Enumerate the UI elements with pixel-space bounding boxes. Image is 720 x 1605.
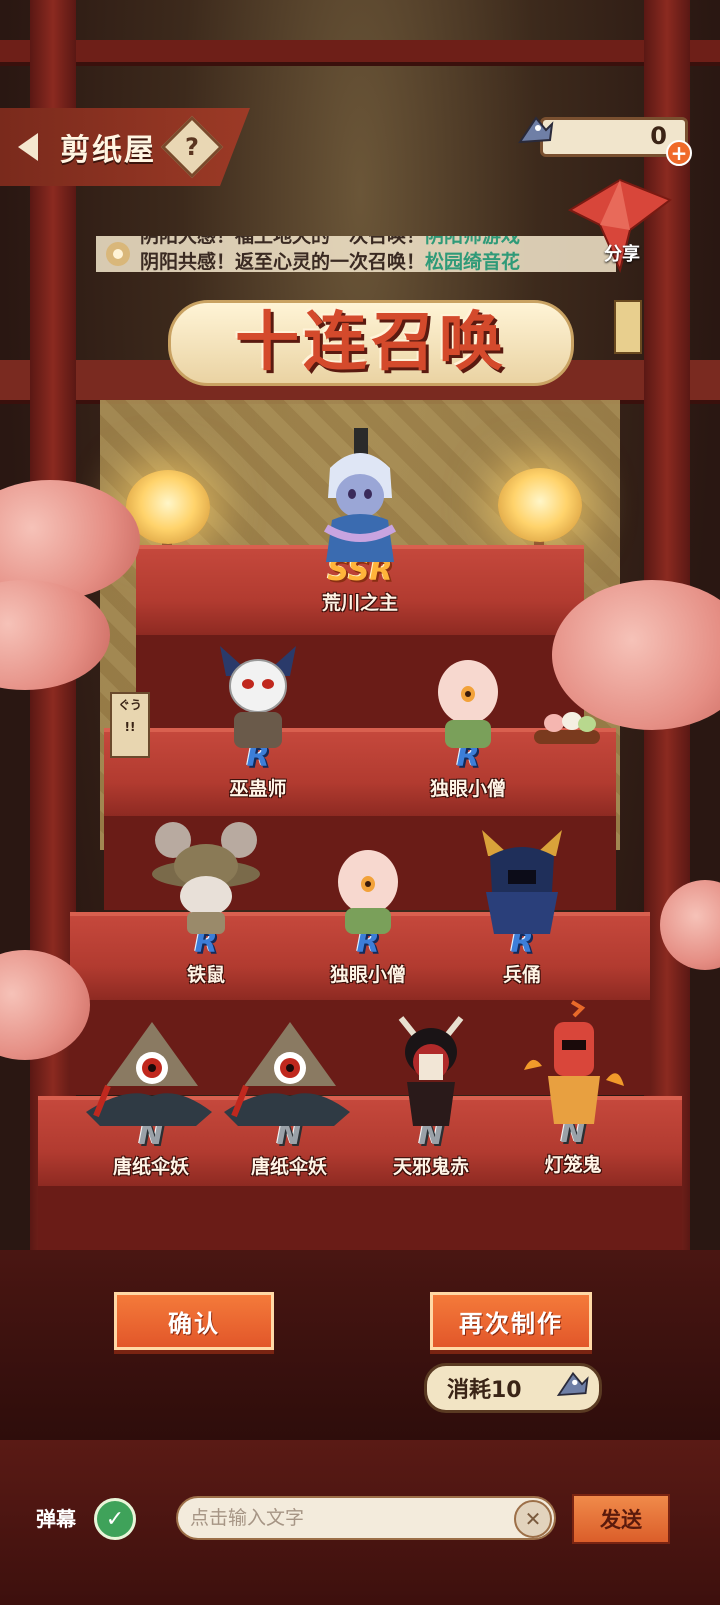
character-figure — [152, 822, 260, 934]
paper-bird-icon — [556, 1371, 589, 1397]
danmu-label: 弹幕 — [36, 1507, 76, 1531]
help-button[interactable]: ? — [160, 115, 224, 179]
floor — [0, 1250, 720, 1440]
currency-value: 0 — [650, 122, 667, 150]
result-card-10[interactable]: N 灯笼鬼 — [518, 1000, 628, 1177]
dango-icon — [544, 714, 564, 732]
result-card-9[interactable]: N 天邪鬼赤 — [376, 1008, 486, 1179]
cost-badge: 消耗10 — [424, 1363, 602, 1413]
summon-banner: 十连召唤 — [168, 300, 574, 386]
dango-plate-icon — [534, 730, 600, 744]
hanging-charm-icon — [614, 300, 642, 354]
danmu-toggle-checkbox[interactable]: ✓ — [94, 1498, 136, 1540]
confirm-button[interactable]: 确认 — [114, 1292, 274, 1350]
result-card-7[interactable]: N 唐纸伞妖 — [84, 1016, 218, 1179]
character-figure — [86, 1022, 212, 1126]
character-name: 独眼小僧 — [329, 964, 406, 986]
dango-icon — [578, 716, 596, 732]
character-figure — [398, 1016, 464, 1126]
character-name: 唐纸伞妖 — [250, 1156, 327, 1178]
result-card-2[interactable]: R 巫蛊师 — [206, 636, 310, 801]
character-figure — [220, 646, 296, 748]
result-card-6[interactable]: R 兵俑 — [470, 822, 574, 987]
character-figure — [524, 1000, 624, 1124]
paper-bird-icon — [518, 116, 554, 144]
game-screen: ぐう !! 剪纸屋 ? 0 + 阴阳大感！福王地天的一次召唤！阴阳师游戏 阴阳共… — [0, 0, 720, 1605]
clear-input-button[interactable]: ✕ — [514, 1500, 552, 1538]
result-card-3[interactable]: R 独眼小僧 — [418, 652, 518, 801]
character-figure — [482, 830, 562, 934]
ticker-line: 阴阳共感！返至心灵的一次召唤！松园绮音花 — [140, 251, 521, 272]
sakura-icon — [106, 242, 130, 266]
wooden-sign: ぐう !! — [110, 692, 150, 758]
character-name: 铁鼠 — [186, 964, 225, 986]
character-figure — [338, 850, 398, 934]
character-figure — [323, 428, 397, 562]
result-card-4[interactable]: R 铁鼠 — [150, 816, 262, 987]
page-title: 剪纸屋 — [60, 133, 156, 168]
character-figure — [438, 660, 498, 748]
character-name: 荒川之主 — [321, 592, 398, 614]
result-card-1[interactable]: SSR 荒川之主 — [302, 428, 418, 615]
character-name: 灯笼鬼 — [544, 1154, 602, 1176]
lantern-right-icon — [498, 468, 582, 542]
blossom-cloud — [0, 580, 110, 690]
news-ticker: 阴阳大感！福王地天的一次召唤！阴阳师游戏 阴阳共感！返至心灵的一次召唤！松园绮音… — [96, 236, 616, 272]
cost-label: 消耗10 — [447, 1378, 522, 1403]
help-icon: ? — [185, 132, 199, 161]
add-currency-button[interactable]: + — [666, 140, 692, 166]
danmu-input[interactable] — [176, 1496, 556, 1540]
character-figure — [224, 1022, 350, 1126]
make-again-button[interactable]: 再次制作 — [430, 1292, 592, 1350]
share-label[interactable]: 分享 — [604, 240, 640, 266]
send-button[interactable]: 发送 — [572, 1494, 670, 1544]
back-button[interactable]: 剪纸屋 ? — [0, 108, 250, 186]
character-name: 兵俑 — [502, 964, 541, 986]
banner-title: 十连召唤 — [235, 306, 507, 380]
temple-beam — [0, 40, 720, 62]
result-card-5[interactable]: R 独眼小僧 — [316, 844, 420, 987]
character-name: 唐纸伞妖 — [112, 1156, 189, 1178]
step-riser — [38, 1180, 682, 1250]
character-name: 巫蛊师 — [229, 778, 287, 800]
character-name: 天邪鬼赤 — [392, 1156, 469, 1178]
back-arrow-icon — [18, 133, 38, 161]
result-card-8[interactable]: N 唐纸伞妖 — [222, 1016, 356, 1179]
character-name: 独眼小僧 — [429, 778, 506, 800]
